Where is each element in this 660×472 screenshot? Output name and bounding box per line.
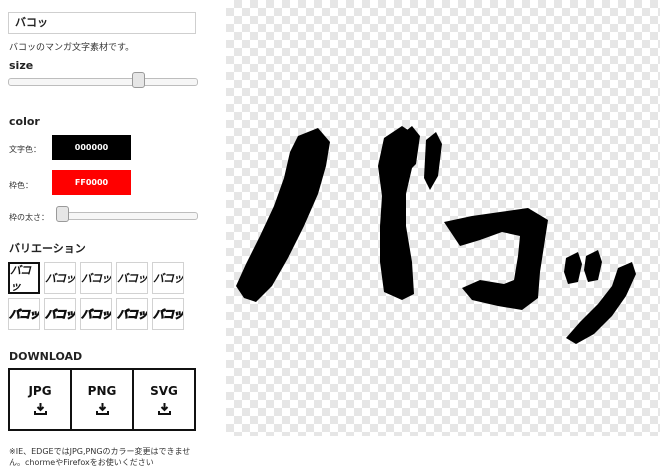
border-color-picker[interactable]: FF0000 [52,170,131,195]
text-title-field: バコッ [8,12,196,34]
variation-item[interactable]: バコッ [152,262,184,294]
glyph-ko [444,208,548,310]
glyph-tsu-dot-1 [564,252,582,284]
variation-item[interactable]: バコッ [80,298,112,330]
variation-item[interactable]: バコッ [152,298,184,330]
border-width-slider-track[interactable] [56,212,198,220]
text-color-label: 文字色： [9,145,41,154]
glyph-ba-dakuten-2 [402,126,420,172]
download-svg-button[interactable]: SVG [132,370,194,429]
glyph-ba-dakuten-1 [424,132,442,190]
text-description: バコッのマンガ文字素材です。 [9,43,135,53]
variation-item[interactable]: バコッ [8,262,40,294]
download-icon [33,403,47,415]
size-label: size [9,59,34,72]
download-buttons: JPG PNG SVG [8,368,196,431]
preview-canvas [226,0,660,436]
settings-sidebar: バコッ バコッのマンガ文字素材です。 size color 文字色： 00000… [0,0,214,472]
glyph-tsu-dot-2 [584,250,602,282]
size-slider[interactable] [8,72,198,88]
border-width-slider[interactable] [56,206,198,222]
download-jpg-button[interactable]: JPG [10,370,70,429]
size-slider-track[interactable] [8,78,198,86]
variation-item[interactable]: バコッ [116,298,148,330]
text-color-picker[interactable]: 000000 [52,135,131,160]
download-label: DOWNLOAD [9,350,83,363]
variation-item[interactable]: バコッ [44,298,76,330]
color-label: color [9,115,40,128]
variation-item[interactable]: バコッ [80,262,112,294]
download-icon [157,403,171,415]
manga-text-preview [236,126,636,344]
download-svg-label: SVG [150,384,178,398]
glyph-ba-left-stroke [236,128,330,302]
variations-panel: バコッ バコッ バコッ バコッ バコッ バコッ バコッ バコッ バコッ バコッ [8,262,186,330]
browser-compat-note: ※IE、EDGEではJPG,PNGのカラー変更はできません。chormeやFir… [9,447,191,467]
download-png-label: PNG [87,384,117,398]
download-jpg-label: JPG [28,384,52,398]
border-color-label: 枠色： [9,181,33,190]
variations-label: バリエーション [9,242,86,255]
variation-item[interactable]: バコッ [44,262,76,294]
border-width-slider-thumb[interactable] [56,206,69,222]
border-width-label: 枠の太さ： [9,213,49,222]
variations-grid: バコッ バコッ バコッ バコッ バコッ バコッ バコッ バコッ バコッ バコッ [8,262,186,330]
size-slider-thumb[interactable] [132,72,145,88]
download-png-button[interactable]: PNG [70,370,132,429]
download-icon [95,403,109,415]
variation-item[interactable]: バコッ [116,262,148,294]
variation-item[interactable]: バコッ [8,298,40,330]
